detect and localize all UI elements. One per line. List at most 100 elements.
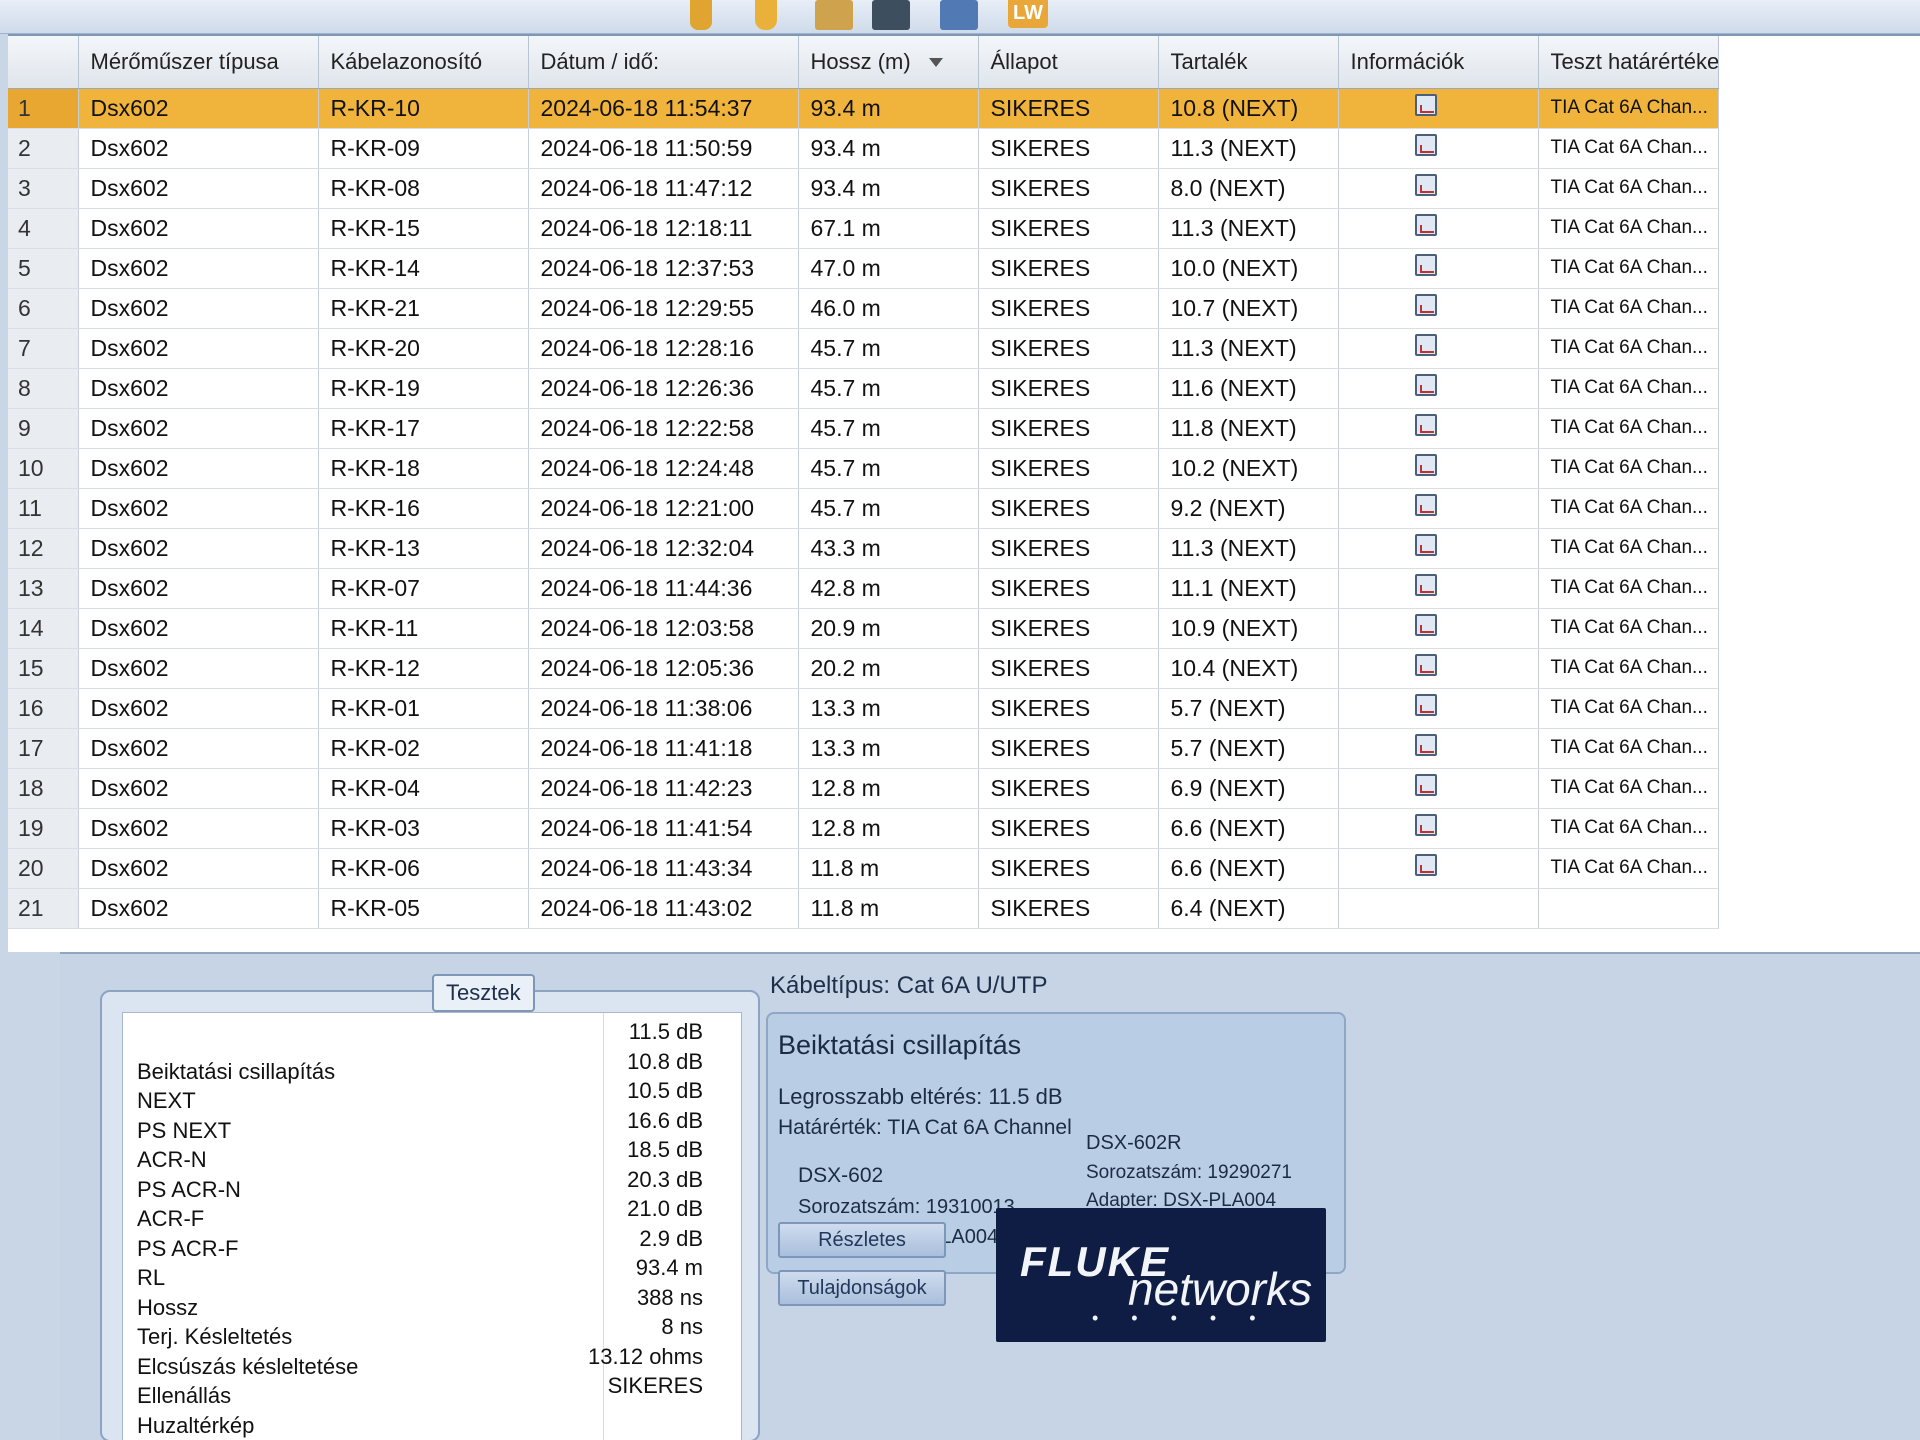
cell-status[interactable]: SIKERES [978, 768, 1159, 809]
cell-cable-id[interactable]: R-KR-17 [318, 408, 529, 449]
cell-status[interactable]: SIKERES [978, 208, 1159, 249]
cell-cable-id[interactable]: R-KR-13 [318, 528, 529, 569]
row-number[interactable]: 8 [8, 368, 79, 409]
cell-limit[interactable]: TIA Cat 6A Chan... [1538, 728, 1719, 769]
tests-list[interactable]: 11.5 dB Beiktatási csillapítás 10.8 dB NEXT… [122, 1012, 742, 1440]
cell-datetime[interactable]: 2024-06-18 12:28:16 [528, 328, 799, 369]
cell-tester-type[interactable]: Dsx602 [78, 408, 319, 449]
cell-limit[interactable]: TIA Cat 6A Chan... [1538, 368, 1719, 409]
cell-tester-type[interactable]: Dsx602 [78, 768, 319, 809]
cell-cable-id[interactable]: R-KR-21 [318, 288, 529, 329]
toolbar-icon[interactable] [755, 0, 777, 30]
table-row[interactable]: 4 Dsx602 R-KR-15 2024-06-18 12:18:11 67.1 mS… [8, 208, 1719, 249]
cell-length[interactable]: 67.1 m [798, 208, 979, 249]
cell-status[interactable]: SIKERES [978, 728, 1159, 769]
test-row[interactable]: 11.5 dB [123, 1019, 743, 1047]
cell-margin[interactable]: 10.9 (NEXT) [1158, 608, 1339, 649]
test-row[interactable]: Beiktatási csillapítás 10.8 dB [123, 1049, 743, 1084]
table-row[interactable]: 10 Dsx602 R-KR-18 2024-06-18 12:24:48 45.7 m… [8, 448, 1719, 489]
cell-limit[interactable]: TIA Cat 6A Chan... [1538, 648, 1719, 689]
test-row[interactable]: PS NEXT 16.6 dB [123, 1108, 743, 1143]
row-number[interactable]: 5 [8, 248, 79, 289]
row-number[interactable]: 20 [8, 848, 79, 889]
report-icon[interactable] [1414, 134, 1437, 156]
cell-length[interactable]: 43.3 m [798, 528, 979, 569]
table-row[interactable]: 17 Dsx602 R-KR-02 2024-06-18 11:41:18 13.3 m… [8, 728, 1719, 769]
table-row[interactable]: 7 Dsx602 R-KR-20 2024-06-18 12:28:16 45.7 mS… [8, 328, 1719, 369]
cell-length[interactable]: 45.7 m [798, 488, 979, 529]
test-row[interactable]: Terj. Késleltetés 8 ns [123, 1314, 743, 1349]
col-header-limit[interactable]: Teszt határértéke [1538, 36, 1719, 89]
cell-datetime[interactable]: 2024-06-18 12:03:58 [528, 608, 799, 649]
row-number[interactable]: 7 [8, 328, 79, 369]
report-icon[interactable] [1414, 654, 1437, 676]
cell-cable-id[interactable]: R-KR-04 [318, 768, 529, 809]
cell-status[interactable]: SIKERES [978, 408, 1159, 449]
report-icon[interactable] [1414, 614, 1437, 636]
cell-margin[interactable]: 6.6 (NEXT) [1158, 848, 1339, 889]
cell-status[interactable]: SIKERES [978, 168, 1159, 209]
table-row[interactable]: 15 Dsx602 R-KR-12 2024-06-18 12:05:36 20.2 m… [8, 648, 1719, 689]
table-row[interactable]: 16 Dsx602 R-KR-01 2024-06-18 11:38:06 13.3 m… [8, 688, 1719, 729]
test-row[interactable]: Ellenállás SIKERES [123, 1373, 743, 1408]
report-icon[interactable] [1414, 814, 1437, 836]
cell-datetime[interactable]: 2024-06-18 12:32:04 [528, 528, 799, 569]
report-icon[interactable] [1414, 334, 1437, 356]
row-number[interactable]: 13 [8, 568, 79, 609]
cell-tester-type[interactable]: Dsx602 [78, 728, 319, 769]
cell-info[interactable] [1338, 488, 1539, 529]
cell-datetime[interactable]: 2024-06-18 11:41:18 [528, 728, 799, 769]
cell-length[interactable]: 20.2 m [798, 648, 979, 689]
cell-limit[interactable]: TIA Cat 6A Chan... [1538, 848, 1719, 889]
cell-limit[interactable]: TIA Cat 6A Chan... [1538, 168, 1719, 209]
cell-tester-type[interactable]: Dsx602 [78, 688, 319, 729]
table-row[interactable]: 9 Dsx602 R-KR-17 2024-06-18 12:22:58 45.7 mS… [8, 408, 1719, 449]
cell-cable-id[interactable]: R-KR-01 [318, 688, 529, 729]
cell-tester-type[interactable]: Dsx602 [78, 128, 319, 169]
cell-margin[interactable]: 11.1 (NEXT) [1158, 568, 1339, 609]
cell-limit[interactable]: TIA Cat 6A Chan... [1538, 488, 1719, 529]
sort-desc-icon[interactable] [928, 58, 943, 68]
cell-limit[interactable]: TIA Cat 6A Chan... [1538, 248, 1719, 289]
test-row[interactable]: PS ACR-N 20.3 dB [123, 1167, 743, 1202]
cell-limit[interactable] [1538, 888, 1719, 929]
cell-cable-id[interactable]: R-KR-08 [318, 168, 529, 209]
cell-margin[interactable]: 11.8 (NEXT) [1158, 408, 1339, 449]
cell-cable-id[interactable]: R-KR-11 [318, 608, 529, 649]
test-row[interactable]: ACR-F 21.0 dB [123, 1196, 743, 1231]
cell-margin[interactable]: 11.3 (NEXT) [1158, 208, 1339, 249]
table-row[interactable]: 12 Dsx602 R-KR-13 2024-06-18 12:32:04 43.3 m… [8, 528, 1719, 569]
cell-tester-type[interactable]: Dsx602 [78, 648, 319, 689]
row-number[interactable]: 1 [8, 88, 79, 129]
cell-margin[interactable]: 6.4 (NEXT) [1158, 888, 1339, 929]
cell-status[interactable]: SIKERES [978, 368, 1159, 409]
table-row[interactable]: 5 Dsx602 R-KR-14 2024-06-18 12:37:53 47.0 mS… [8, 248, 1719, 289]
cell-margin[interactable]: 10.4 (NEXT) [1158, 648, 1339, 689]
tab-tests[interactable]: Tesztek [432, 974, 535, 1012]
cell-length[interactable]: 93.4 m [798, 88, 979, 129]
cell-datetime[interactable]: 2024-06-18 11:50:59 [528, 128, 799, 169]
cell-limit[interactable]: TIA Cat 6A Chan... [1538, 608, 1719, 649]
cell-info[interactable] [1338, 168, 1539, 209]
cell-status[interactable]: SIKERES [978, 448, 1159, 489]
cell-margin[interactable]: 6.6 (NEXT) [1158, 808, 1339, 849]
cell-cable-id[interactable]: R-KR-02 [318, 728, 529, 769]
cell-length[interactable]: 93.4 m [798, 128, 979, 169]
report-icon[interactable] [1414, 254, 1437, 276]
cell-margin[interactable]: 10.2 (NEXT) [1158, 448, 1339, 489]
cell-info[interactable] [1338, 528, 1539, 569]
table-row[interactable]: 6 Dsx602 R-KR-21 2024-06-18 12:29:55 46.0 mS… [8, 288, 1719, 329]
cell-info[interactable] [1338, 848, 1539, 889]
cell-tester-type[interactable]: Dsx602 [78, 528, 319, 569]
cell-limit[interactable]: TIA Cat 6A Chan... [1538, 568, 1719, 609]
cell-length[interactable]: 11.8 m [798, 848, 979, 889]
cell-datetime[interactable]: 2024-06-18 12:26:36 [528, 368, 799, 409]
table-row[interactable]: 14 Dsx602 R-KR-11 2024-06-18 12:03:58 20.9 m… [8, 608, 1719, 649]
cell-length[interactable]: 20.9 m [798, 608, 979, 649]
cell-margin[interactable]: 6.9 (NEXT) [1158, 768, 1339, 809]
table-row[interactable]: 1 Dsx602 R-KR-10 2024-06-18 11:54:37 93.4 mS… [8, 88, 1719, 129]
cell-tester-type[interactable]: Dsx602 [78, 328, 319, 369]
cell-datetime[interactable]: 2024-06-18 12:05:36 [528, 648, 799, 689]
col-header-datetime[interactable]: Dátum / idő: [528, 36, 799, 89]
report-icon[interactable] [1414, 574, 1437, 596]
